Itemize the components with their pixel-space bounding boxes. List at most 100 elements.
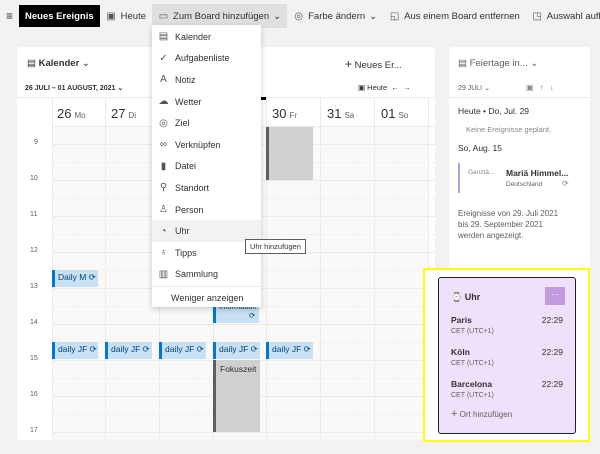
- today-icon[interactable]: ▣: [526, 83, 540, 92]
- note-icon: A: [160, 74, 167, 86]
- board-icon: ▭: [158, 10, 169, 22]
- menu-item-label: Standort: [175, 182, 210, 193]
- event-daily-jf[interactable]: daily JF ⟳: [52, 342, 98, 359]
- menu-item-label: Ziel: [175, 118, 190, 129]
- add-to-board-menu: ▤ Kalender ✓ Aufgabenliste A Notiz ☁ Wetter …: [152, 25, 261, 307]
- recurring-icon: ⟳: [303, 344, 311, 354]
- clock-widget[interactable]: ⌚ Uhr ··· Paris 22:29 CET (UTC+1) Köln 2…: [438, 277, 576, 434]
- change-color-label: Farbe ändern: [308, 10, 366, 22]
- arrow-right-icon[interactable]: →: [403, 83, 411, 92]
- menu-item-notiz[interactable]: A Notiz: [152, 69, 261, 91]
- holidays-title[interactable]: ▤ Feiertage in... ⌄: [458, 58, 538, 69]
- divider: [449, 97, 590, 98]
- day-num: 31: [327, 106, 342, 121]
- hour-label: 11: [30, 211, 38, 218]
- menu-item-ziel[interactable]: ◎ Ziel: [152, 112, 261, 134]
- recurring-icon: ⟳: [88, 272, 96, 282]
- more-button[interactable]: ···: [545, 287, 565, 305]
- calendar-icon: ▤: [27, 58, 36, 69]
- menu-item-verknuepfen[interactable]: ∞ Verknüpfen: [152, 134, 261, 156]
- calendar-icon: ▤: [458, 58, 467, 69]
- event-daily-jf[interactable]: daily JF ⟳: [105, 342, 152, 359]
- menu-item-label: Person: [175, 204, 204, 215]
- today-button[interactable]: ▣ Heute: [100, 4, 152, 28]
- hamburger-icon[interactable]: ≡: [0, 4, 19, 28]
- clear-label: Auswahl aufheben: [546, 10, 600, 22]
- toolbar: ≡ Neues Ereignis ▣ Heute ▭ Zum Board hinzu…: [0, 4, 600, 28]
- holiday-event[interactable]: Ganztä... Mariä Himmel... Deutschland ⟳: [458, 163, 584, 193]
- recurring-icon: ⟳: [250, 344, 258, 354]
- arrow-down-icon[interactable]: ↓: [550, 83, 560, 92]
- clear-selection-button[interactable]: ◳ Auswahl aufheben: [526, 4, 600, 28]
- day-header[interactable]: 01 So: [381, 106, 408, 121]
- day-num: 01: [381, 106, 396, 121]
- day-name: Di: [128, 111, 137, 120]
- grid-col: [320, 98, 321, 440]
- grid-col: [374, 98, 375, 440]
- menu-item-standort[interactable]: ⚲ Standort: [152, 177, 261, 199]
- new-event-card-button[interactable]: + Neues Er...: [345, 57, 402, 71]
- hour-label: 13: [30, 283, 38, 290]
- menu-item-person[interactable]: ♙ Person: [152, 199, 261, 221]
- holidays-date-label: 29 JULI: [458, 85, 483, 92]
- date-range[interactable]: 26 JULI – 01 AUGUST, 2021 ⌄: [25, 84, 123, 92]
- link-icon: ∞: [159, 139, 168, 151]
- day-header[interactable]: 26 Mo: [57, 106, 86, 121]
- checklist-icon: ✓: [159, 52, 168, 64]
- event-daily-jf[interactable]: daily JF ⟳: [213, 342, 260, 359]
- menu-item-label: Weniger anzeigen: [171, 292, 244, 303]
- allday-label: Ganztä...: [468, 169, 495, 176]
- day-name: Fr: [289, 111, 298, 120]
- menu-item-label: Tipps: [175, 247, 197, 258]
- change-color-button[interactable]: ◎ Farbe ändern ⌄: [287, 4, 383, 28]
- arrow-up-icon[interactable]: ↑: [540, 83, 550, 92]
- day-header[interactable]: 27 Di: [111, 106, 136, 121]
- city-name: Barcelona: [451, 379, 493, 389]
- day-header[interactable]: 31 Sa: [327, 106, 354, 121]
- arrow-left-icon[interactable]: ←: [391, 83, 399, 92]
- event-focus[interactable]: Fokuszeit: [213, 360, 260, 432]
- holidays-nav: ▣↑↓: [526, 83, 560, 92]
- event-daily-jf[interactable]: daily JF ⟳: [266, 342, 313, 359]
- add-location-button[interactable]: + Ort hinzufügen: [451, 408, 512, 420]
- city-timezone: CET (UTC+1): [451, 360, 494, 367]
- grid-col: [105, 98, 106, 440]
- menu-item-sammlung[interactable]: ▥ Sammlung: [152, 264, 261, 286]
- location-icon: ⚲: [159, 182, 168, 194]
- tooltip: Uhr hinzufügen: [245, 239, 306, 254]
- menu-item-label: Verknüpfen: [175, 139, 221, 150]
- remove-from-board-button[interactable]: ◱ Aus einem Board entfernen: [383, 4, 526, 28]
- remove-icon: ◱: [389, 10, 400, 22]
- day-header[interactable]: 30 Fr: [272, 106, 297, 121]
- event-title: daily JF: [219, 344, 249, 354]
- menu-item-label: Aufgabenliste: [175, 53, 230, 64]
- grid-row: [52, 432, 435, 433]
- hour-label: 15: [30, 355, 38, 362]
- new-event-button[interactable]: Neues Ereignis: [19, 5, 100, 27]
- calendar-title[interactable]: ▤ Kalender ⌄: [27, 58, 90, 69]
- event-title: daily JF: [111, 344, 141, 354]
- today-nav-button[interactable]: ▣ Heute: [358, 83, 387, 92]
- menu-item-show-less[interactable]: Weniger anzeigen: [152, 287, 261, 309]
- menu-item-kalender[interactable]: ▤ Kalender: [152, 26, 261, 48]
- day-name: Sa: [344, 111, 355, 120]
- chevron-down-icon: ⌄: [369, 10, 378, 22]
- holidays-title-label: Feiertage in...: [469, 58, 528, 69]
- menu-item-aufgabenliste[interactable]: ✓ Aufgabenliste: [152, 48, 261, 70]
- busy-block[interactable]: [266, 127, 313, 180]
- recurring-icon: ⟳: [89, 344, 97, 354]
- city-timezone: CET (UTC+1): [451, 392, 494, 399]
- event-daily-jf[interactable]: daily JF ⟳: [159, 342, 206, 359]
- menu-item-wetter[interactable]: ☁ Wetter: [152, 91, 261, 113]
- holidays-date[interactable]: 29 JULI ⌄: [458, 84, 490, 92]
- clock-icon: ⌚: [451, 292, 463, 302]
- calendar-title-label: Kalender: [38, 58, 80, 69]
- day-num: 27: [111, 106, 126, 121]
- no-events: Keine Ereignisse geplant.: [466, 125, 552, 134]
- event-daily-m[interactable]: Daily M ⟳: [52, 270, 98, 287]
- menu-item-datei[interactable]: ▮ Datei: [152, 156, 261, 178]
- day-num: 26: [57, 106, 72, 121]
- today-nav-label: Heute: [367, 83, 388, 92]
- hour-label: 10: [30, 175, 38, 182]
- today-label: Heute: [120, 10, 147, 22]
